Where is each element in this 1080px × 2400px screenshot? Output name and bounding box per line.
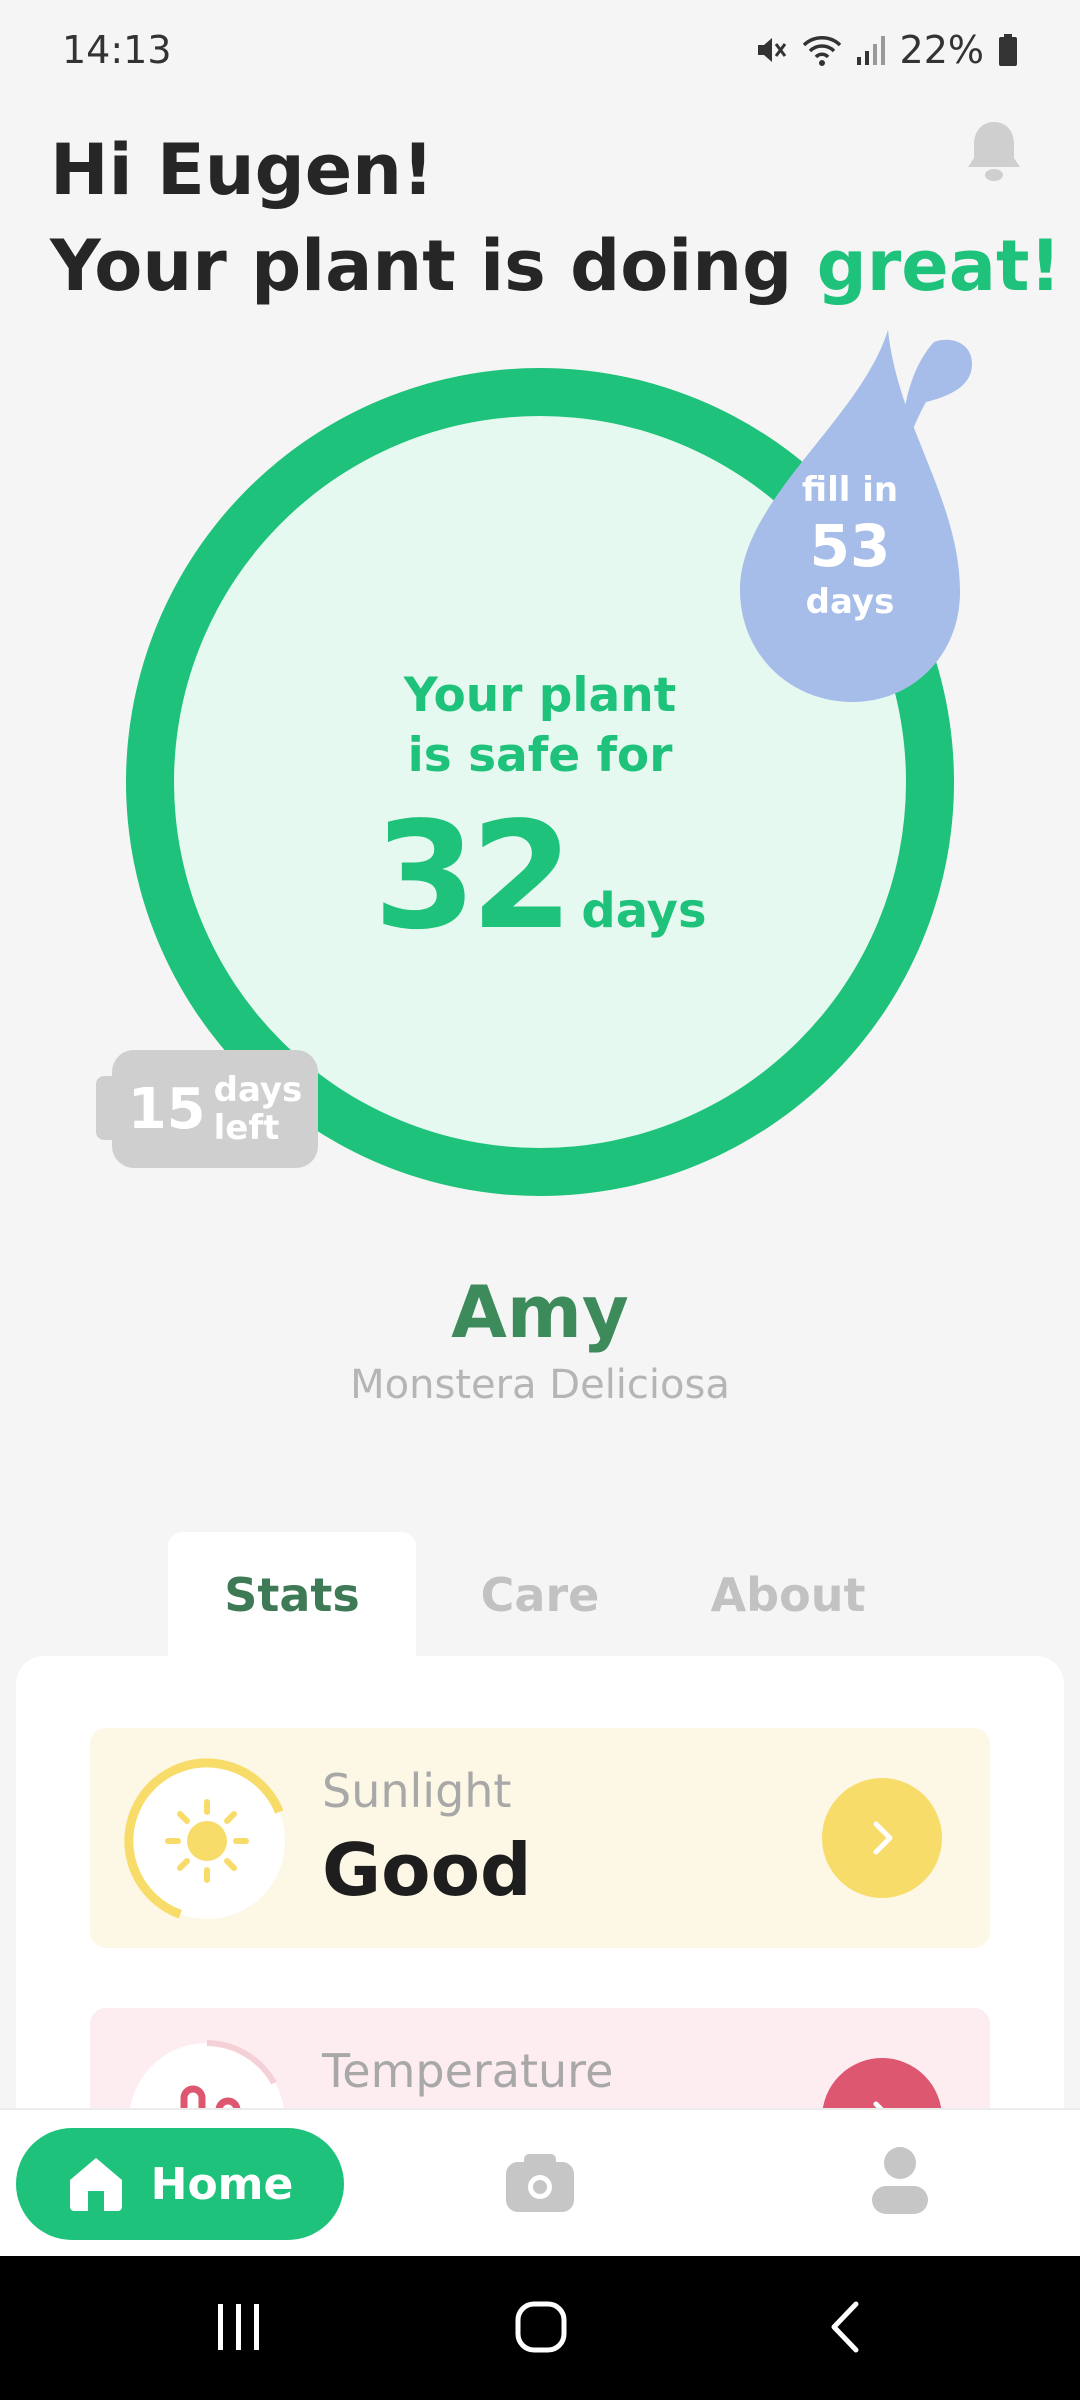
signal-icon xyxy=(856,36,885,65)
countdown-label-line2: left xyxy=(213,1108,280,1148)
refill-label: fill in 53 days xyxy=(745,470,955,622)
battery-icon xyxy=(999,34,1017,66)
greeting-accent: great! xyxy=(816,225,1062,307)
stats-card: Sunlight Good Temperature xyxy=(16,1656,1064,2176)
safe-caption-line2: is safe for xyxy=(407,728,673,783)
greeting-heading: Hi Eugen! Your plant is doing great! xyxy=(50,122,1061,314)
home-icon xyxy=(69,2158,122,2211)
tab-about[interactable]: About xyxy=(664,1532,912,1658)
safe-days-row: 32 days xyxy=(174,801,906,951)
status-icons: 22% xyxy=(754,28,1018,72)
plant-species: Monstera Deliciosa xyxy=(350,1362,730,1408)
countdown-days: 15 xyxy=(127,1076,206,1142)
refill-caption: fill in xyxy=(801,470,899,510)
refill-days: 53 xyxy=(809,512,891,580)
stat-sunlight-label: Sunlight xyxy=(322,1764,512,1818)
greeting-line1: Hi Eugen! xyxy=(50,129,434,211)
wifi-icon xyxy=(802,36,841,66)
countdown-label-line1: days xyxy=(213,1070,303,1110)
recent-apps-icon[interactable] xyxy=(214,2300,264,2354)
stat-sunlight-value: Good xyxy=(322,1828,532,1912)
home-circle-icon[interactable] xyxy=(514,2300,568,2354)
safe-days-unit: days xyxy=(581,883,707,939)
tab-stats[interactable]: Stats xyxy=(168,1532,416,1658)
plant-name: Amy xyxy=(451,1270,629,1354)
nav-home-label: Home xyxy=(150,2158,294,2210)
stat-sunlight[interactable]: Sunlight Good xyxy=(90,1728,990,1948)
greeting-line2: Your plant is doing great! xyxy=(50,218,1061,314)
countdown-badge: 15 days left xyxy=(112,1050,318,1168)
battery-percent: 22% xyxy=(899,28,984,72)
tab-bar: Stats Care About xyxy=(168,1532,912,1658)
sun-icon xyxy=(124,1758,285,1919)
camera-icon[interactable] xyxy=(506,2152,574,2212)
stat-temperature-label: Temperature xyxy=(322,2044,614,2098)
countdown-label: days left xyxy=(214,1071,303,1147)
safe-days-number: 32 xyxy=(373,790,573,962)
profile-icon[interactable] xyxy=(872,2146,928,2216)
greeting-line2-text: Your plant is doing xyxy=(50,225,817,307)
tab-care[interactable]: Care xyxy=(416,1532,664,1658)
bottom-nav: Home xyxy=(0,2108,1080,2256)
nav-home-button[interactable]: Home xyxy=(16,2128,344,2240)
back-icon[interactable] xyxy=(826,2300,866,2354)
chevron-right-icon xyxy=(873,1821,893,1855)
system-nav-bar xyxy=(0,2256,1080,2400)
mute-icon xyxy=(757,38,786,62)
status-time: 14:13 xyxy=(62,28,172,72)
refill-unit: days xyxy=(805,582,895,622)
sunlight-detail-button[interactable] xyxy=(822,1778,942,1898)
status-bar: 14:13 22% xyxy=(0,0,1080,100)
